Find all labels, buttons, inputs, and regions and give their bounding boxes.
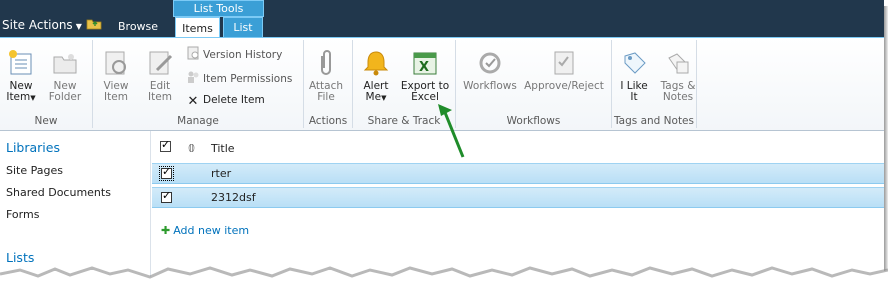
row-checkbox[interactable] (159, 165, 174, 181)
add-new-item-link[interactable]: ✚ Add new item (161, 224, 249, 237)
edit-item-label-2: Item (148, 91, 172, 103)
view-item-label-2: Item (104, 91, 128, 103)
nav-heading-libraries[interactable]: Libraries (6, 140, 60, 155)
plus-icon: ✚ (161, 224, 171, 237)
new-folder-label-2: Folder (48, 91, 82, 103)
bell-icon (363, 51, 389, 76)
frame-shadow (884, 6, 888, 281)
version-history-label: Version History (203, 49, 283, 61)
version-history-icon (187, 46, 199, 60)
approve-reject-icon (554, 51, 574, 75)
chevron-down-icon: ▼ (30, 94, 36, 102)
attachment-column-icon: 𝟘 (188, 142, 195, 155)
group-label-new: New (34, 115, 58, 127)
nav-item-shared-documents[interactable]: Shared Documents (6, 186, 111, 199)
attach-file-button[interactable]: Attach File (306, 48, 346, 103)
edit-item-icon (149, 51, 173, 75)
i-like-it-label-2: It (630, 91, 638, 103)
edit-item-button[interactable]: Edit Item (142, 48, 178, 103)
export-to-excel-button[interactable]: X Export to Excel (399, 48, 451, 103)
tab-items[interactable]: Items (175, 17, 220, 38)
tags-notes-label-2: Notes (662, 91, 694, 103)
list-tools-context-group: List Tools (173, 0, 264, 17)
new-item-button[interactable]: New Item▼ (3, 48, 39, 104)
attach-file-label-2: File (317, 91, 335, 103)
paperclip-icon (321, 50, 331, 75)
svg-text:X: X (419, 60, 429, 75)
row-title[interactable]: 2312dsf (211, 191, 256, 204)
row-title[interactable]: rter (211, 167, 231, 180)
delete-item-button[interactable]: ✕ Delete Item (186, 94, 265, 109)
workflows-label: Workflows (463, 80, 517, 92)
column-header-title[interactable]: Title (211, 142, 235, 155)
notes-icon (668, 53, 689, 74)
group-separator (696, 40, 697, 128)
site-actions-menu[interactable]: Site Actions ▼ (2, 18, 82, 32)
approve-reject-label: Approve/Reject (524, 80, 604, 92)
item-permissions-button[interactable]: Item Permissions (186, 70, 292, 85)
group-label-workflows: Workflows (506, 115, 561, 127)
approve-reject-button[interactable]: Approve/Reject (523, 48, 605, 92)
alert-me-button[interactable]: Alert Me▼ (358, 48, 394, 104)
version-history-button[interactable]: Version History (186, 46, 282, 61)
excel-icon: X (413, 52, 437, 75)
i-like-it-button[interactable]: I Like It (616, 48, 652, 103)
group-label-manage: Manage (177, 115, 219, 127)
group-label-actions: Actions (308, 115, 348, 127)
new-item-icon (9, 50, 32, 75)
workflow-icon (479, 52, 501, 74)
chevron-down-icon: ▼ (75, 22, 82, 31)
table-row[interactable]: rter (152, 163, 884, 184)
nav-item-forms[interactable]: Forms (6, 208, 39, 221)
annotation-arrow (438, 104, 465, 158)
select-all-checkbox[interactable] (160, 138, 171, 152)
delete-item-label: Delete Item (203, 94, 265, 106)
view-item-button[interactable]: View Item (97, 48, 135, 103)
site-actions-label: Site Actions (2, 18, 73, 32)
tab-browse[interactable]: Browse (118, 20, 158, 33)
chevron-down-icon: ▼ (381, 94, 387, 102)
table-row[interactable]: 2312dsf (152, 187, 884, 208)
add-new-item-label: Add new item (173, 224, 250, 237)
view-item-icon (105, 51, 126, 75)
tab-list[interactable]: List (223, 17, 263, 37)
row-checkbox[interactable] (161, 189, 172, 203)
alert-me-label-2: Me (365, 91, 382, 103)
item-permissions-label: Item Permissions (203, 73, 293, 85)
new-folder-icon (53, 54, 77, 74)
torn-edge (0, 266, 888, 301)
group-label-tags-notes: Tags and Notes (613, 115, 694, 127)
tags-notes-button[interactable]: Tags & Notes (657, 48, 699, 103)
nav-item-site-pages[interactable]: Site Pages (6, 164, 63, 177)
new-folder-button[interactable]: New Folder (44, 48, 86, 103)
tag-icon (624, 52, 646, 74)
delete-x-icon: ✕ (187, 94, 199, 109)
item-permissions-icon (188, 71, 199, 83)
navigate-up-folder-icon[interactable] (86, 17, 102, 30)
workflows-button[interactable]: Workflows (459, 48, 521, 92)
new-item-label-2: Item (6, 91, 31, 103)
